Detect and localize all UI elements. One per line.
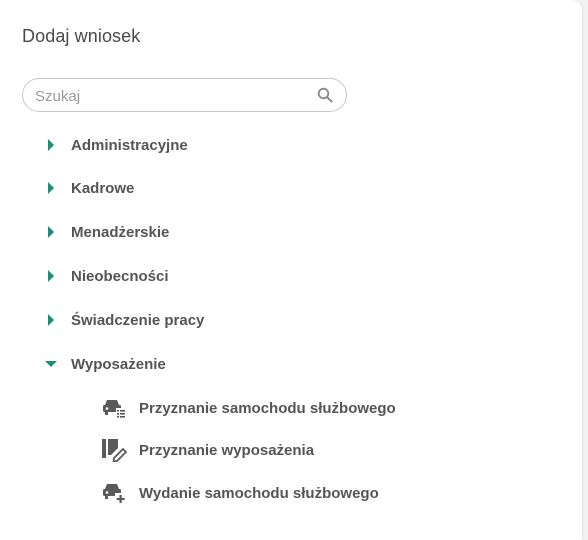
car-list-icon [101,396,127,420]
category-label: Administracyjne [71,136,188,154]
category-kadrowe[interactable]: Kadrowe [44,177,134,199]
category-label: Wyposażenie [71,355,166,373]
category-label: Menadżerskie [71,223,170,241]
category-nieobecnosci[interactable]: Nieobecności [44,265,169,287]
car-add-icon [101,481,127,505]
category-wyposazenie[interactable]: Wyposażenie [44,353,166,375]
subitem-label: Przyznanie wyposażenia [139,441,315,459]
caret-down-icon [44,357,58,371]
caret-right-icon [44,269,58,283]
subitem-wydanie-samochodu[interactable]: Wydanie samochodu służbowego [101,480,379,506]
category-swiadczenie-pracy[interactable]: Świadczenie pracy [44,309,204,331]
category-administracyjne[interactable]: Administracyjne [44,134,188,156]
category-label: Nieobecności [71,267,169,285]
category-label: Kadrowe [71,179,135,197]
caret-right-icon [44,225,58,239]
subitem-przyznanie-samochodu[interactable]: Przyznanie samochodu służbowego [101,395,396,421]
subitem-przyznanie-wyposazenia[interactable]: Przyznanie wyposażenia [101,437,314,463]
search-icon[interactable] [317,87,333,103]
caret-right-icon [44,181,58,195]
search-input[interactable] [35,86,305,106]
add-request-panel: Dodaj wniosek Administracyjne Kadrowe Me… [0,0,582,540]
caret-right-icon [44,313,58,327]
panel-title: Dodaj wniosek [22,26,141,46]
equipment-edit-icon [101,438,127,462]
search-box[interactable] [22,78,347,112]
category-label: Świadczenie pracy [71,311,205,329]
caret-right-icon [44,138,58,152]
subitem-label: Wydanie samochodu służbowego [139,484,379,502]
category-menadzerskie[interactable]: Menadżerskie [44,221,169,243]
subitem-label: Przyznanie samochodu służbowego [139,399,396,417]
